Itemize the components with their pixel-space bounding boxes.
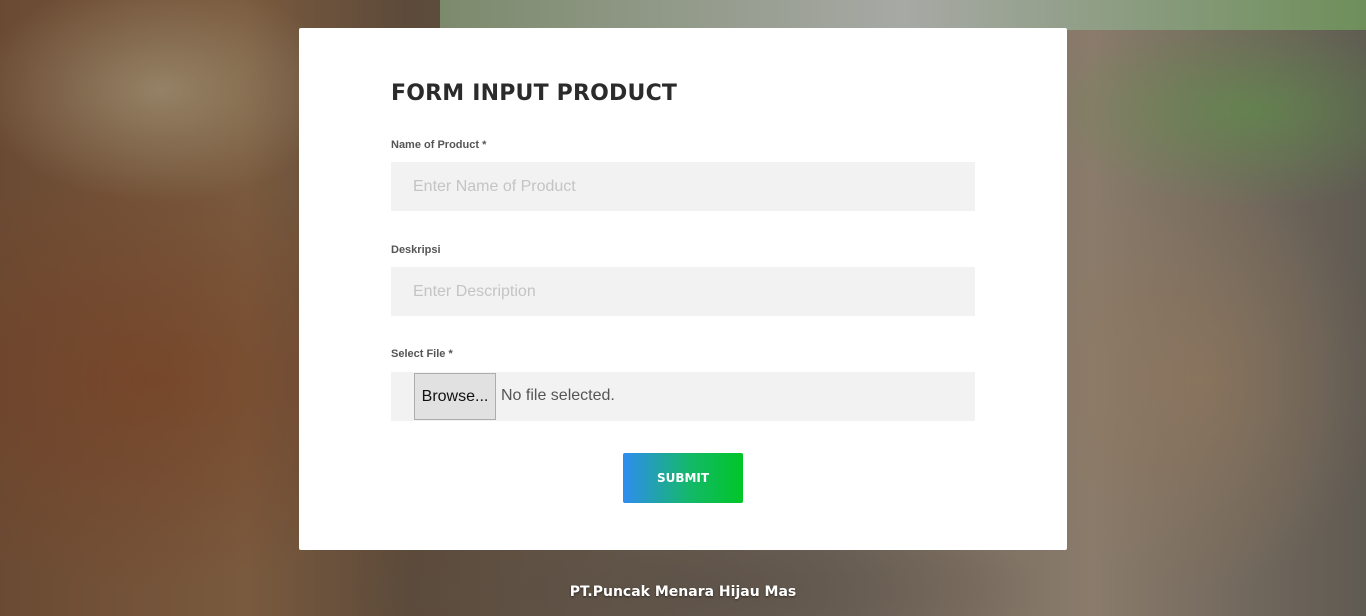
- file-picker: Browse... No file selected.: [391, 372, 975, 421]
- submit-button[interactable]: SUBMIT: [623, 453, 743, 503]
- select-file-label: Select File *: [391, 348, 453, 360]
- background-scenery-strip: [440, 0, 1366, 30]
- form-title: FORM INPUT PRODUCT: [391, 81, 678, 106]
- footer-company-name: PT.Puncak Menara Hijau Mas: [569, 584, 797, 600]
- product-name-label: Name of Product *: [391, 139, 487, 151]
- file-status-text: No file selected.: [501, 387, 615, 404]
- product-name-input[interactable]: [391, 162, 975, 211]
- product-form-card: FORM INPUT PRODUCT Name of Product * Des…: [299, 28, 1067, 550]
- description-input[interactable]: [391, 267, 975, 316]
- description-label: Deskripsi: [391, 244, 441, 256]
- browse-button[interactable]: Browse...: [414, 373, 496, 420]
